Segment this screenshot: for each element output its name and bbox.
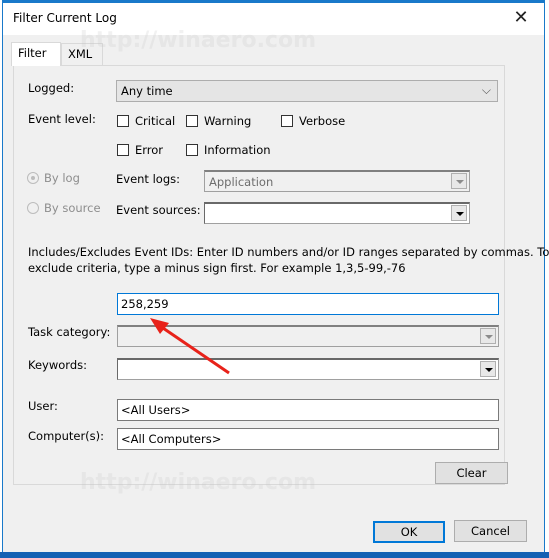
event-sources-label: Event sources: — [116, 203, 201, 217]
dropdown-arrow-icon — [451, 173, 467, 189]
verbose-label: Verbose — [299, 114, 346, 128]
error-checkbox[interactable] — [117, 144, 129, 156]
tab-filter[interactable]: Filter — [11, 42, 61, 66]
task-category-dropdown[interactable] — [117, 325, 499, 347]
error-label: Error — [135, 143, 164, 157]
clear-button[interactable]: Clear — [435, 462, 508, 484]
by-log-label: By log — [44, 171, 80, 185]
by-source-label: By source — [44, 201, 101, 215]
dropdown-arrow-icon — [480, 328, 496, 344]
event-logs-label: Event logs: — [116, 172, 180, 186]
information-checkbox[interactable] — [186, 144, 198, 156]
tab-xml[interactable]: XML — [61, 43, 103, 65]
dialog-title: Filter Current Log — [13, 11, 117, 25]
verbose-checkbox[interactable] — [281, 115, 293, 127]
title-bar: Filter Current Log ✕ — [3, 3, 544, 35]
event-ids-input[interactable]: 258,259 — [117, 293, 499, 315]
event-logs-dropdown[interactable]: Application — [204, 170, 470, 192]
computers-input[interactable]: <All Computers> — [117, 428, 499, 450]
by-source-radio[interactable] — [27, 202, 39, 214]
task-category-label: Task category: — [28, 325, 111, 339]
by-log-radio[interactable] — [27, 172, 39, 184]
close-icon[interactable]: ✕ — [510, 7, 532, 29]
keywords-label: Keywords: — [28, 358, 87, 372]
user-input[interactable]: <All Users> — [117, 399, 499, 421]
logged-value: Any time — [121, 84, 173, 98]
event-level-label: Event level: — [28, 112, 96, 126]
event-ids-value: 258,259 — [121, 297, 169, 311]
logged-dropdown[interactable]: Any time ⌵ — [116, 80, 498, 102]
computers-value: <All Computers> — [121, 432, 222, 446]
cancel-button[interactable]: Cancel — [454, 520, 527, 542]
user-value: <All Users> — [121, 403, 191, 417]
logged-label: Logged: — [28, 81, 75, 95]
warning-label: Warning — [204, 114, 252, 128]
dropdown-arrow-icon — [451, 205, 467, 221]
event-logs-value: Application — [209, 175, 274, 189]
computers-label: Computer(s): — [28, 429, 105, 443]
window-bottom-border — [0, 552, 549, 558]
critical-label: Critical — [135, 114, 176, 128]
event-ids-help-line1: Includes/Excludes Event IDs: Enter ID nu… — [28, 245, 549, 259]
filter-panel: Logged: Any time ⌵ Event level: Critical… — [13, 65, 549, 485]
information-label: Information — [204, 143, 271, 157]
keywords-dropdown[interactable] — [117, 358, 499, 380]
ok-button[interactable]: OK — [373, 521, 445, 543]
user-label: User: — [28, 399, 58, 413]
chevron-down-icon: ⌵ — [481, 83, 491, 97]
event-sources-dropdown[interactable] — [204, 202, 470, 224]
dropdown-arrow-icon — [480, 361, 496, 377]
event-ids-help-line2: exclude criteria, type a minus sign firs… — [28, 261, 406, 275]
warning-checkbox[interactable] — [186, 115, 198, 127]
filter-current-log-dialog: Filter Current Log ✕ Filter XML Logged: … — [2, 0, 549, 556]
critical-checkbox[interactable] — [117, 115, 129, 127]
